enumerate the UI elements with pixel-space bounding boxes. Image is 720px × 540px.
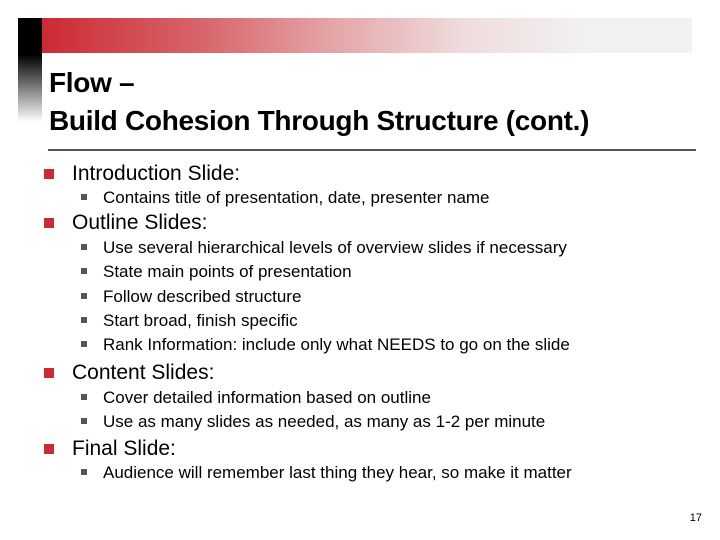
gray-square-bullet-icon [81,293,87,299]
red-square-bullet-icon [44,368,54,378]
gray-square-bullet-icon [81,194,87,200]
sub-bullet-text: Follow described structure [103,287,302,306]
sub-bullet-text: Cover detailed information based on outl… [103,388,431,407]
slide-body: Introduction Slide: Contains title of pr… [0,0,720,540]
bullet-heading: Final Slide: [72,437,176,460]
sub-bullet-text: Start broad, finish specific [103,311,298,330]
red-square-bullet-icon [44,218,54,228]
sub-bullet-text: Use as many slides as needed, as many as… [103,412,546,431]
gray-square-bullet-icon [81,418,87,424]
red-square-bullet-icon [44,169,54,179]
sub-bullet-text: Use several hierarchical levels of overv… [103,238,567,257]
red-square-bullet-icon [44,444,54,454]
gray-square-bullet-icon [81,268,87,274]
bullet-heading: Content Slides: [72,361,215,384]
bullet-heading: Outline Slides: [72,211,208,234]
gray-square-bullet-icon [81,341,87,347]
bullet-heading: Introduction Slide: [72,162,241,185]
gray-square-bullet-icon [81,469,87,475]
gray-square-bullet-icon [81,244,87,250]
sub-bullet-text: Contains title of presentation, date, pr… [103,188,490,207]
gray-square-bullet-icon [81,317,87,323]
page-number: 17 [689,512,702,524]
sub-bullet-text: State main points of presentation [103,262,352,281]
gray-square-bullet-icon [81,394,87,400]
sub-bullet-text: Rank Information: include only what NEED… [103,335,570,354]
sub-bullet-text: Audience will remember last thing they h… [103,463,572,482]
